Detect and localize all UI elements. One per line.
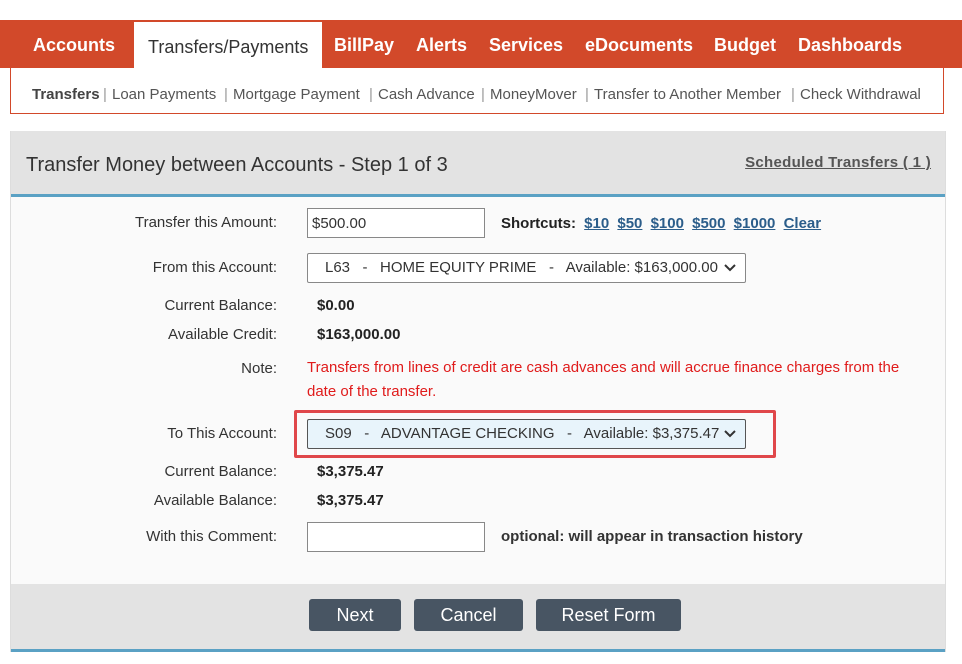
- subnav-transfers[interactable]: Transfers: [32, 86, 100, 103]
- from-account-select[interactable]: L63 - HOME EQUITY PRIME - Available: $16…: [307, 253, 746, 283]
- scheduled-transfers-link[interactable]: Scheduled Transfers ( 1 ): [745, 154, 931, 171]
- subnav-separator: |: [224, 86, 228, 103]
- subnav-separator: |: [369, 86, 373, 103]
- shortcut-clear[interactable]: Clear: [784, 215, 822, 232]
- shortcut-50[interactable]: $50: [617, 215, 642, 232]
- cancel-button[interactable]: Cancel: [414, 599, 523, 631]
- from-account-label: From this Account:: [152, 259, 277, 276]
- shortcuts-label: Shortcuts:: [501, 215, 576, 232]
- nav-dashboards[interactable]: Dashboards: [798, 20, 902, 68]
- chevron-down-icon: [723, 420, 737, 457]
- to-account-label: To This Account:: [167, 425, 277, 442]
- subnav-cash-advance[interactable]: Cash Advance: [378, 86, 475, 103]
- nav-services[interactable]: Services: [489, 20, 563, 68]
- subnav-transfer-another-member[interactable]: Transfer to Another Member: [594, 86, 781, 103]
- shortcut-500[interactable]: $500: [692, 215, 725, 232]
- from-current-balance: $0.00: [317, 297, 355, 314]
- shortcut-1000[interactable]: $1000: [734, 215, 776, 232]
- shortcut-100[interactable]: $100: [651, 215, 684, 232]
- nav-accounts[interactable]: Accounts: [33, 20, 115, 68]
- comment-label: With this Comment:: [146, 528, 277, 545]
- nav-budget[interactable]: Budget: [714, 20, 776, 68]
- sub-navigation: Transfers | Loan Payments | Mortgage Pay…: [10, 68, 944, 114]
- subnav-check-withdrawal[interactable]: Check Withdrawal: [800, 86, 921, 103]
- page-title: Transfer Money between Accounts - Step 1…: [26, 154, 448, 176]
- panel-header: Transfer Money between Accounts - Step 1…: [11, 131, 945, 197]
- available-balance: $3,375.47: [317, 492, 384, 509]
- amount-label: Transfer this Amount:: [134, 214, 277, 231]
- shortcut-10[interactable]: $10: [584, 215, 609, 232]
- comment-input[interactable]: [307, 522, 485, 552]
- to-current-balance: $3,375.47: [317, 463, 384, 480]
- to-current-balance-label: Current Balance:: [164, 463, 277, 480]
- form-actions: Next Cancel Reset Form: [11, 584, 945, 652]
- comment-hint: optional: will appear in transaction his…: [501, 528, 803, 545]
- note-label: Note:: [241, 360, 277, 377]
- top-navigation: Accounts Transfers/Payments BillPay Aler…: [0, 20, 962, 72]
- amount-shortcuts: Shortcuts: $10 $50 $100 $500 $1000 Clear: [501, 215, 821, 232]
- amount-input[interactable]: [307, 208, 485, 238]
- available-credit-label: Available Credit:: [168, 326, 277, 343]
- subnav-separator: |: [103, 86, 107, 103]
- available-credit: $163,000.00: [317, 326, 401, 343]
- cash-advance-note: Transfers from lines of credit are cash …: [307, 359, 900, 400]
- to-account-selected: S09 - ADVANTAGE CHECKING - Available: $3…: [325, 425, 720, 442]
- chevron-down-icon: [723, 254, 737, 291]
- subnav-separator: |: [481, 86, 485, 103]
- from-account-selected: L63 - HOME EQUITY PRIME - Available: $16…: [325, 259, 718, 276]
- reset-form-button[interactable]: Reset Form: [536, 599, 681, 631]
- from-current-balance-label: Current Balance:: [164, 297, 277, 314]
- subnav-separator: |: [585, 86, 589, 103]
- nav-transfers-payments[interactable]: Transfers/Payments: [134, 22, 323, 72]
- next-button[interactable]: Next: [309, 599, 401, 631]
- to-account-select[interactable]: S09 - ADVANTAGE CHECKING - Available: $3…: [307, 419, 746, 449]
- nav-alerts[interactable]: Alerts: [416, 20, 467, 68]
- subnav-loan-payments[interactable]: Loan Payments: [112, 86, 216, 103]
- subnav-separator: |: [791, 86, 795, 103]
- nav-edocuments[interactable]: eDocuments: [585, 20, 693, 68]
- subnav-mortgage-payment[interactable]: Mortgage Payment: [233, 86, 360, 103]
- transfer-panel: Transfer Money between Accounts - Step 1…: [10, 131, 946, 652]
- subnav-moneymover[interactable]: MoneyMover: [490, 86, 577, 103]
- nav-billpay[interactable]: BillPay: [334, 20, 394, 68]
- available-balance-label: Available Balance:: [153, 492, 277, 509]
